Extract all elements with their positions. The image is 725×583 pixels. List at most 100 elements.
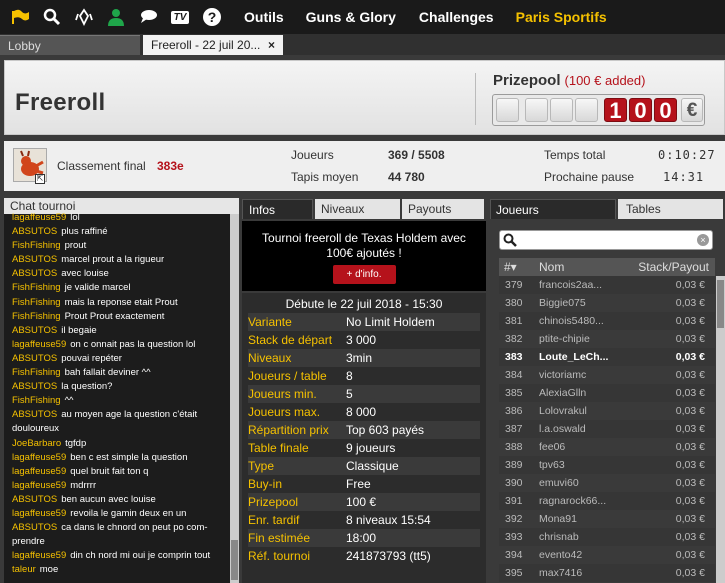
column-stack[interactable]: Stack/Payout — [617, 260, 715, 274]
column-name[interactable]: Nom — [531, 260, 617, 274]
chat-username[interactable]: FishFishing — [12, 282, 61, 293]
detail-row: Joueurs / table 8 — [248, 367, 480, 385]
table-row[interactable]: 394 evento42 0,03 € — [499, 546, 715, 564]
chat-message: FishFishing je valide marcel — [12, 281, 225, 295]
tab-payouts[interactable]: Payouts — [402, 199, 484, 219]
chat-username[interactable]: lagaffeuse59 — [12, 466, 66, 477]
table-row[interactable]: 388 fee06 0,03 € — [499, 438, 715, 456]
nav-outils[interactable]: Outils — [244, 9, 284, 25]
chat-bubbles-icon[interactable] — [132, 0, 164, 34]
chat-text: avec louise — [61, 268, 109, 280]
tab-lobby-label: Lobby — [8, 38, 41, 53]
table-row[interactable]: 382 ptite-chipie 0,03 € — [499, 330, 715, 348]
chat-username[interactable]: lagaffeuse59 — [12, 212, 66, 223]
column-rank[interactable]: #▾ — [499, 260, 531, 274]
tab-niveaux[interactable]: Niveaux — [315, 199, 400, 219]
player-rank: 386 — [505, 405, 523, 417]
chat-text: bah fallait deviner ^^ — [64, 367, 151, 379]
clear-icon[interactable]: × — [697, 234, 709, 246]
table-row[interactable]: 379 francois2aa... 0,03 € — [499, 276, 715, 294]
player-payout: 0,03 € — [675, 387, 705, 399]
chat-username[interactable]: ABSUTOS — [12, 381, 57, 392]
chat-username[interactable]: lagaffeuse59 — [12, 550, 66, 561]
chat-scroll-thumb[interactable] — [231, 540, 238, 580]
chat-text: revoila le gamin deux en un — [70, 507, 187, 519]
player-rank: 391 — [505, 495, 523, 507]
table-row[interactable]: 385 AlexiaGlln 0,03 € — [499, 384, 715, 402]
table-row[interactable]: 392 Mona91 0,03 € — [499, 510, 715, 528]
table-row[interactable]: 393 chrisnab 0,03 € — [499, 528, 715, 546]
tab-lobby[interactable]: Lobby — [0, 35, 140, 55]
table-row[interactable]: 391 ragnarock66... 0,03 € — [499, 492, 715, 510]
table-row[interactable]: 386 Lolovrakul 0,03 € — [499, 402, 715, 420]
next-break-label: Prochaine pause — [544, 170, 635, 184]
chat-username[interactable]: lagaffeuse59 — [12, 339, 66, 350]
player-rank: 382 — [505, 333, 523, 345]
player-rank: 385 — [505, 387, 523, 399]
players-list[interactable]: 379 francois2aa... 0,03 € 380 Biggie075 0,03 … — [499, 276, 715, 583]
chat-text: douloureux — [12, 423, 60, 435]
table-row[interactable]: 395 max7416 0,03 € — [499, 564, 715, 582]
chat-username[interactable]: JoeBarbaro — [12, 438, 61, 449]
tv-icon[interactable]: TV — [164, 0, 196, 34]
chat-username[interactable]: FishFishing — [12, 395, 61, 406]
chat-username[interactable]: ABSUTOS — [12, 409, 57, 420]
players-panel: Joueurs Tables × #▾ Nom Stack/Payout 379… — [490, 198, 725, 583]
more-info-button[interactable]: + d'info. — [332, 265, 396, 284]
table-row[interactable]: 390 emuvi60 0,03 € — [499, 474, 715, 492]
table-row[interactable]: 387 l.a.oswald 0,03 € — [499, 420, 715, 438]
chat-username[interactable]: FishFishing — [12, 367, 61, 378]
player-payout: 0,03 € — [675, 315, 705, 327]
chat-username[interactable]: ABSUTOS — [12, 494, 57, 505]
player-search-input[interactable]: × — [499, 230, 713, 250]
detail-row: Prizepool 100 € — [248, 493, 480, 511]
detail-value: Classique — [346, 459, 399, 473]
table-row[interactable]: 389 tpv63 0,03 € — [499, 456, 715, 474]
cards-icon[interactable] — [68, 0, 100, 34]
player-rank: 380 — [505, 297, 523, 309]
search-icon[interactable] — [36, 0, 68, 34]
chat-message: ABSUTOS au moyen age la question c'était — [12, 408, 225, 422]
table-row[interactable]: 383 Loute_LeCh... 0,03 € — [499, 348, 715, 366]
chat-message: lagaffeuse59 on c onnait pas la question … — [12, 338, 225, 352]
help-icon[interactable]: ? — [196, 0, 228, 34]
expand-icon[interactable]: ⇱ — [35, 174, 45, 184]
chat-messages[interactable]: lagaffeuse59 lol ABSUTOS plus raffiné FishFi… — [4, 208, 229, 577]
nav-challenges[interactable]: Challenges — [419, 9, 494, 25]
table-row[interactable]: 381 chinois5480... 0,03 € — [499, 312, 715, 330]
tab-tables[interactable]: Tables — [618, 199, 723, 219]
players-scroll-thumb[interactable] — [717, 280, 724, 328]
chat-username[interactable]: FishFishing — [12, 297, 61, 308]
table-row[interactable]: 384 victoriamc 0,03 € — [499, 366, 715, 384]
tab-infos[interactable]: Infos — [242, 199, 313, 219]
chat-username[interactable]: FishFishing — [12, 240, 61, 251]
chat-text: ca dans le chnord on peut po com- — [61, 522, 208, 534]
chat-username[interactable]: ABSUTOS — [12, 522, 57, 533]
chat-username[interactable]: ABSUTOS — [12, 268, 57, 279]
chat-username[interactable]: lagaffeuse59 — [12, 452, 66, 463]
chat-scrollbar[interactable] — [230, 214, 239, 583]
tab-joueurs[interactable]: Joueurs — [490, 199, 616, 219]
chat-username[interactable]: taleur — [12, 564, 36, 575]
player-payout: 0,03 € — [675, 513, 705, 525]
chat-message: ABSUTOS pouvai repéter — [12, 352, 225, 366]
nav-paris-sportifs[interactable]: Paris Sportifs — [516, 9, 607, 25]
chat-username[interactable]: lagaffeuse59 — [12, 480, 66, 491]
table-row[interactable]: 380 Biggie075 0,03 € — [499, 294, 715, 312]
chat-username[interactable]: ABSUTOS — [12, 226, 57, 237]
player-name: evento42 — [539, 549, 583, 561]
chat-username[interactable]: lagaffeuse59 — [12, 508, 66, 519]
close-icon[interactable]: × — [268, 38, 275, 52]
total-time-label: Temps total — [544, 148, 606, 162]
chat-username[interactable]: ABSUTOS — [12, 353, 57, 364]
chat-message: JoeBarbaro tgfdp — [12, 437, 225, 451]
chat-text: prout — [64, 240, 87, 252]
flag-icon[interactable] — [4, 0, 36, 34]
nav-guns-glory[interactable]: Guns & Glory — [306, 9, 396, 25]
detail-label: Variante — [248, 315, 292, 329]
user-icon[interactable] — [100, 0, 132, 34]
chat-username[interactable]: FishFishing — [12, 311, 61, 322]
chat-username[interactable]: ABSUTOS — [12, 325, 57, 336]
chat-username[interactable]: ABSUTOS — [12, 254, 57, 265]
tab-freeroll[interactable]: Freeroll - 22 juil 20... × — [143, 35, 283, 55]
